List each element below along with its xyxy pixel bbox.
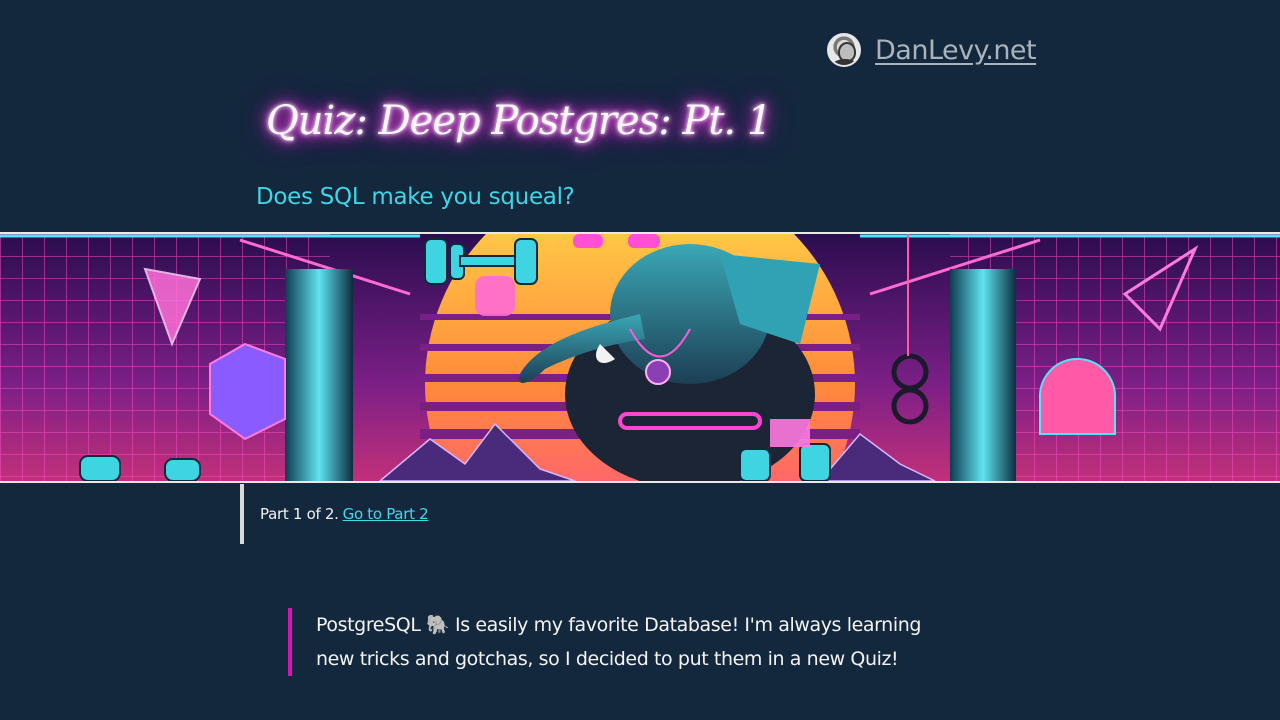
series-note-text: Part 1 of 2.: [260, 505, 339, 523]
page-title: Quiz: Deep Postgres: Pt. 1: [266, 98, 772, 144]
intro-blockquote: PostgreSQL 🐘 Is easily my favorite Datab…: [288, 608, 948, 676]
page: DanLevy.net Quiz: Deep Postgres: Pt. 1 D…: [0, 0, 1280, 720]
series-note: Part 1 of 2. Go to Part 2: [240, 484, 429, 544]
hero-illustration: [0, 234, 1280, 481]
intro-text: PostgreSQL 🐘 Is easily my favorite Datab…: [316, 614, 921, 670]
hero-image: [0, 232, 1280, 483]
author-avatar[interactable]: [827, 33, 861, 67]
site-home-link[interactable]: DanLevy.net: [875, 35, 1037, 66]
page-subtitle: Does SQL make you squeal?: [256, 184, 575, 210]
next-part-link[interactable]: Go to Part 2: [343, 505, 429, 523]
site-header: DanLevy.net: [827, 32, 1037, 68]
